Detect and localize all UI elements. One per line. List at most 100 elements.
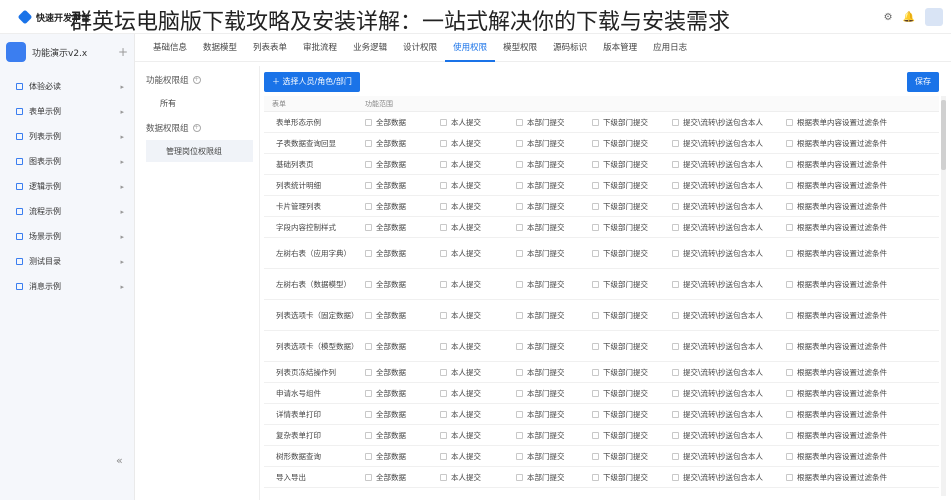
tab[interactable]: 列表表单 [245,34,295,62]
checkbox[interactable] [592,368,599,376]
checkbox[interactable] [440,473,447,481]
option-checkbox[interactable]: 下级部门提交 [592,279,672,290]
checkbox[interactable] [516,280,523,288]
checkbox[interactable] [516,118,523,126]
checkbox[interactable] [672,181,679,189]
checkbox[interactable] [440,249,447,257]
option-checkbox[interactable]: 下级部门提交 [592,341,672,352]
option-checkbox[interactable]: 根据表单内容设置过滤条件 [786,341,936,352]
option-checkbox[interactable]: 下级部门提交 [592,451,672,462]
option-checkbox[interactable]: 本部门提交 [516,222,592,233]
option-checkbox[interactable]: 根据表单内容设置过滤条件 [786,367,936,378]
option-checkbox[interactable]: 根据表单内容设置过滤条件 [786,159,936,170]
checkbox[interactable] [440,223,447,231]
sidebar-item[interactable]: 消息示例 ▸ [0,274,134,299]
option-checkbox[interactable]: 本部门提交 [516,138,592,149]
checkbox[interactable] [592,452,599,460]
bell-icon[interactable]: 🔔 [903,12,915,23]
tab[interactable]: 数据模型 [195,34,245,62]
checkbox[interactable] [786,431,793,439]
add-group-icon[interactable]: + [192,124,201,132]
option-checkbox[interactable]: 提交\流转\抄送包含本人 [672,117,786,128]
checkbox[interactable] [516,311,523,319]
option-checkbox[interactable]: 根据表单内容设置过滤条件 [786,117,936,128]
option-checkbox[interactable]: 本部门提交 [516,430,592,441]
option-checkbox[interactable]: 本人提交 [440,180,516,191]
checkbox[interactable] [516,452,523,460]
tab[interactable]: 版本管理 [595,34,645,62]
option-checkbox[interactable]: 全部数据 [365,180,440,191]
checkbox[interactable] [786,473,793,481]
sidebar-item[interactable]: 逻辑示例 ▸ [0,174,134,199]
sidebar-item[interactable]: 图表示例 ▸ [0,149,134,174]
checkbox[interactable] [440,311,447,319]
option-checkbox[interactable]: 根据表单内容设置过滤条件 [786,279,936,290]
sidebar-item[interactable]: 场景示例 ▸ [0,224,134,249]
checkbox[interactable] [365,452,372,460]
scroll-thumb[interactable] [941,100,946,170]
option-checkbox[interactable]: 提交\流转\抄送包含本人 [672,279,786,290]
option-checkbox[interactable]: 下级部门提交 [592,117,672,128]
option-checkbox[interactable]: 下级部门提交 [592,159,672,170]
tab[interactable]: 设计权限 [395,34,445,62]
option-checkbox[interactable]: 提交\流转\抄送包含本人 [672,248,786,259]
option-checkbox[interactable]: 全部数据 [365,201,440,212]
tab[interactable]: 基础信息 [145,34,195,62]
option-checkbox[interactable]: 根据表单内容设置过滤条件 [786,430,936,441]
checkbox[interactable] [365,139,372,147]
option-checkbox[interactable]: 提交\流转\抄送包含本人 [672,409,786,420]
option-checkbox[interactable]: 根据表单内容设置过滤条件 [786,310,936,321]
checkbox[interactable] [516,368,523,376]
option-checkbox[interactable]: 下级部门提交 [592,222,672,233]
checkbox[interactable] [592,118,599,126]
checkbox[interactable] [672,280,679,288]
checkbox[interactable] [440,452,447,460]
checkbox[interactable] [672,452,679,460]
checkbox[interactable] [365,431,372,439]
option-checkbox[interactable]: 本部门提交 [516,180,592,191]
checkbox[interactable] [365,410,372,418]
sidebar-item[interactable]: 列表示例 ▸ [0,124,134,149]
option-checkbox[interactable]: 提交\流转\抄送包含本人 [672,451,786,462]
option-checkbox[interactable]: 全部数据 [365,248,440,259]
option-checkbox[interactable]: 本人提交 [440,310,516,321]
option-checkbox[interactable]: 根据表单内容设置过滤条件 [786,388,936,399]
checkbox[interactable] [365,181,372,189]
group-item-manager[interactable]: 管理岗位权限组 [146,140,253,162]
option-checkbox[interactable]: 提交\流转\抄送包含本人 [672,430,786,441]
checkbox[interactable] [365,311,372,319]
checkbox[interactable] [672,202,679,210]
option-checkbox[interactable]: 提交\流转\抄送包含本人 [672,367,786,378]
option-checkbox[interactable]: 本人提交 [440,341,516,352]
option-checkbox[interactable]: 根据表单内容设置过滤条件 [786,222,936,233]
checkbox[interactable] [786,181,793,189]
option-checkbox[interactable]: 全部数据 [365,310,440,321]
option-checkbox[interactable]: 全部数据 [365,409,440,420]
checkbox[interactable] [786,342,793,350]
tab[interactable]: 审批流程 [295,34,345,62]
checkbox[interactable] [672,160,679,168]
save-button[interactable]: 保存 [907,72,939,92]
option-checkbox[interactable]: 本部门提交 [516,341,592,352]
checkbox[interactable] [786,118,793,126]
option-checkbox[interactable]: 下级部门提交 [592,310,672,321]
checkbox[interactable] [592,431,599,439]
checkbox[interactable] [672,223,679,231]
option-checkbox[interactable]: 本部门提交 [516,388,592,399]
checkbox[interactable] [440,342,447,350]
checkbox[interactable] [440,118,447,126]
option-checkbox[interactable]: 提交\流转\抄送包含本人 [672,180,786,191]
option-checkbox[interactable]: 根据表单内容设置过滤条件 [786,180,936,191]
checkbox[interactable] [592,342,599,350]
option-checkbox[interactable]: 提交\流转\抄送包含本人 [672,472,786,483]
option-checkbox[interactable]: 本人提交 [440,117,516,128]
tab[interactable]: 使用权限 [445,34,496,62]
checkbox[interactable] [516,223,523,231]
option-checkbox[interactable]: 本人提交 [440,409,516,420]
settings-icon[interactable]: ⚙ [884,12,893,23]
option-checkbox[interactable]: 全部数据 [365,341,440,352]
checkbox[interactable] [786,160,793,168]
option-checkbox[interactable]: 本部门提交 [516,159,592,170]
checkbox[interactable] [592,280,599,288]
checkbox[interactable] [672,431,679,439]
